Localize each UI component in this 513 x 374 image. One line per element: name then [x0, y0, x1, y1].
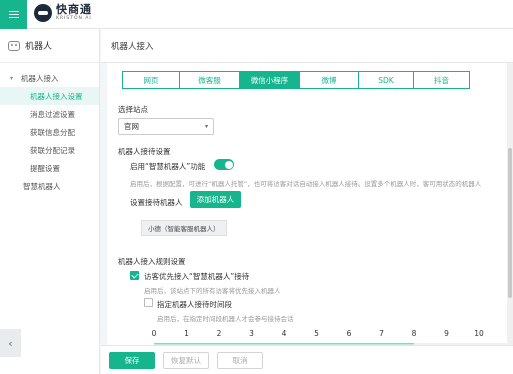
site-select[interactable]: 官网 ▾: [118, 118, 214, 135]
menu-toggle-button[interactable]: [0, 0, 27, 29]
timeline-tick: 0: [151, 329, 157, 338]
sidebar-item-robot-access[interactable]: ▾ 机器人接入: [0, 69, 99, 87]
rules-section-label: 机器人接入规则设置: [118, 257, 186, 266]
tab-wechat-service[interactable]: 微客服: [180, 71, 240, 89]
priority-label: 访客优先接入“智慧机器人”接待: [144, 272, 250, 281]
page-header: 机器人接入: [101, 29, 513, 63]
timeline-tick: 8: [411, 329, 417, 338]
sidebar-item-smart-robot[interactable]: 智慧机器人: [0, 177, 99, 195]
sidebar-item-label: 提醒设置: [30, 163, 60, 173]
brand-title: 快商通: [56, 3, 92, 16]
timeline-tick: 2: [216, 329, 222, 338]
hamburger-icon: [8, 13, 19, 16]
sidebar-item-distribution-records[interactable]: 获联分配记录: [0, 141, 99, 159]
page-title: 机器人接入: [111, 41, 154, 52]
time-period-help: 启用后，在指定时间段机器人才会参与接待会话: [157, 315, 294, 323]
sidebar-header: 机器人: [0, 29, 99, 63]
logo-icon: [34, 4, 52, 22]
timeline-tick: 4: [281, 329, 287, 338]
time-period-checkbox[interactable]: [144, 298, 153, 307]
sidebar-item-robot-access-settings[interactable]: 机器人接入设置: [0, 87, 99, 105]
enable-robot-help: 启用后，根据配置，可进行“机器人托管”，也可将访客对话自动接入机器人接待。设置多…: [130, 180, 482, 188]
timeline-tick: 6: [346, 329, 352, 338]
sidebar-item-label: 获联分配记录: [30, 145, 75, 155]
robot-chip[interactable]: 小德（智能客服机器人）: [141, 220, 227, 236]
robot-icon: [8, 40, 20, 51]
tab-sdk[interactable]: SDK: [359, 71, 414, 89]
sidebar-nav: ▾ 机器人接入 机器人接入设置 消息过滤设置 获联信息分配 获联分配记录 提醒设…: [0, 63, 99, 195]
scrollbar-thumb[interactable]: [508, 148, 512, 298]
sidebar-title: 机器人: [25, 42, 53, 52]
setup-robot-label: 设置接待机器人: [130, 198, 183, 207]
main-content: 网页 微客服 微信小程序 微博 SDK 抖音 选择站点 官网 ▾ 机器人接待设置…: [107, 63, 513, 345]
priority-checkbox[interactable]: [130, 271, 139, 280]
chevron-left-icon: ‹: [8, 336, 13, 350]
chevron-down-icon: ▾: [10, 74, 14, 82]
action-footer: 保存 恢复默认 取消: [101, 345, 513, 374]
enable-robot-label: 启用“智慧机器人”功能: [130, 162, 206, 171]
add-robot-button[interactable]: 添加机器人: [190, 191, 241, 208]
timeline-tick: 1: [184, 329, 189, 338]
channel-tabs: 网页 微客服 微信小程序 微博 SDK 抖音: [122, 71, 470, 89]
reception-section-label: 机器人接待设置: [118, 147, 171, 156]
sidebar-item-label: 机器人接入: [21, 73, 59, 83]
collapse-sidebar-button[interactable]: ‹: [0, 329, 21, 357]
top-bar: 快商通 KRISTON AI: [0, 0, 513, 29]
site-select-label: 选择站点: [118, 105, 148, 114]
reset-default-button[interactable]: 恢复默认: [163, 352, 209, 369]
time-period-label: 指定机器人接待时间段: [157, 300, 232, 309]
cancel-button[interactable]: 取消: [217, 352, 263, 369]
timeline-tick: 10: [474, 329, 484, 338]
sidebar-item-label: 获联信息分配: [30, 127, 75, 137]
timeline-tick: 3: [249, 329, 254, 338]
sidebar: 机器人 ▾ 机器人接入 机器人接入设置 消息过滤设置 获联信息分配 获联分配记录…: [0, 29, 100, 374]
priority-help: 启用后，该站点下的所有访客将优先接入机器人: [144, 287, 281, 295]
sidebar-item-message-filter[interactable]: 消息过滤设置: [0, 105, 99, 123]
tab-weibo[interactable]: 微博: [300, 71, 359, 89]
tab-douyin[interactable]: 抖音: [414, 71, 470, 89]
brand-subtitle: KRISTON AI: [56, 16, 92, 21]
tab-web[interactable]: 网页: [122, 71, 180, 89]
timeline-tick: 9: [444, 329, 449, 338]
content-scrollbar[interactable]: [507, 63, 513, 345]
timeline-tick: 5: [314, 329, 319, 338]
chevron-down-icon: ▾: [204, 123, 208, 130]
save-button[interactable]: 保存: [109, 352, 155, 369]
tab-wechat-miniprogram[interactable]: 微信小程序: [240, 71, 300, 89]
site-select-value: 官网: [124, 122, 139, 131]
sidebar-item-label: 机器人接入设置: [30, 91, 83, 101]
enable-robot-toggle[interactable]: [214, 159, 234, 170]
sidebar-item-label: 智慧机器人: [23, 181, 61, 191]
timeline-tick: 7: [379, 329, 384, 338]
brand-logo: 快商通 KRISTON AI: [34, 4, 92, 22]
sidebar-item-lead-distribution[interactable]: 获联信息分配: [0, 123, 99, 141]
sidebar-item-label: 消息过滤设置: [30, 109, 75, 119]
sidebar-item-reminder-settings[interactable]: 提醒设置: [0, 159, 99, 177]
